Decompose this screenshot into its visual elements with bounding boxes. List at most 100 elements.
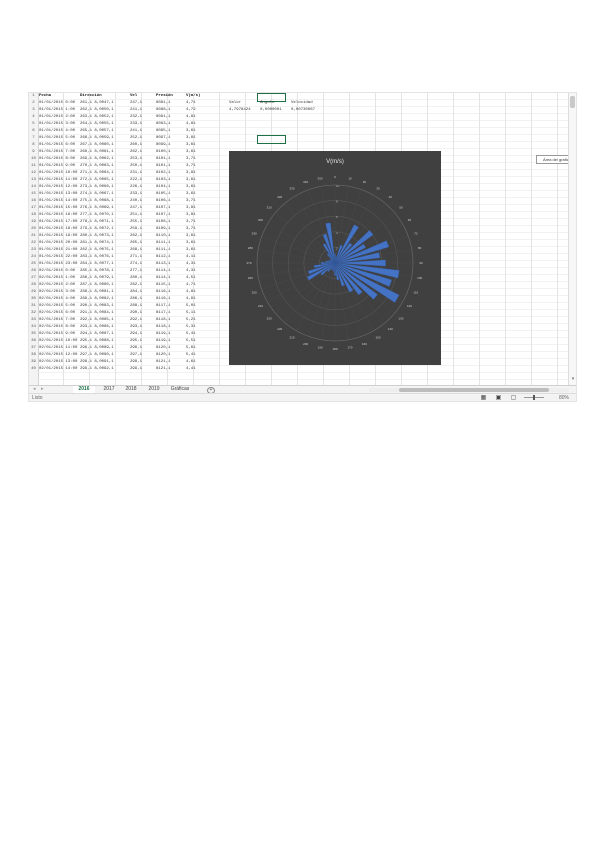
table-cell: 286,1 bbox=[130, 297, 143, 301]
radar-chart[interactable]: V(m/s)0246810010203040506070809010011012… bbox=[229, 151, 441, 365]
sheet-tab[interactable]: 2017 bbox=[99, 386, 119, 393]
table-cell: 8118,1 bbox=[156, 318, 171, 322]
row-number[interactable]: 1 bbox=[29, 93, 38, 100]
row-number[interactable]: 18 bbox=[29, 212, 38, 219]
zoom-knob[interactable] bbox=[533, 395, 535, 400]
scroll-down-icon[interactable]: ▾ bbox=[570, 376, 576, 382]
normal-view-icon[interactable]: ▦ bbox=[480, 395, 487, 401]
table-cell: 296,1 bbox=[130, 346, 143, 350]
row-number[interactable]: 23 bbox=[29, 247, 38, 254]
sheet-tab[interactable]: 2019 bbox=[145, 386, 163, 393]
table-cell: 233,1 bbox=[130, 122, 143, 126]
row-number[interactable]: 2 bbox=[29, 100, 38, 107]
row-number[interactable]: 16 bbox=[29, 198, 38, 205]
row-number[interactable]: 39 bbox=[29, 359, 38, 366]
table-cell: 02/01/2015 3:00 bbox=[39, 290, 76, 294]
row-number[interactable]: 33 bbox=[29, 317, 38, 324]
table-cell: 241,1 bbox=[130, 129, 143, 133]
table-cell: 247,1 bbox=[130, 206, 143, 210]
row-number[interactable]: 19 bbox=[29, 219, 38, 226]
horizontal-scroll-thumb[interactable] bbox=[399, 388, 549, 392]
column-header-cell: Presión bbox=[156, 94, 173, 98]
row-number[interactable]: 12 bbox=[29, 170, 38, 177]
row-number[interactable]: 9 bbox=[29, 149, 38, 156]
row-number[interactable]: 10 bbox=[29, 156, 38, 163]
row-number[interactable]: 37 bbox=[29, 345, 38, 352]
row-number[interactable]: 31 bbox=[29, 303, 38, 310]
table-cell: 02/01/2015 11:00 bbox=[39, 346, 78, 350]
row-number[interactable]: 15 bbox=[29, 191, 38, 198]
page-layout-icon[interactable]: ▣ bbox=[495, 395, 502, 401]
row-number[interactable]: 20 bbox=[29, 226, 38, 233]
table-cell: 8111,1 bbox=[156, 248, 171, 252]
angle-tick-label: 110 bbox=[413, 290, 418, 294]
row-number[interactable]: 27 bbox=[29, 275, 38, 282]
row-number[interactable]: 28 bbox=[29, 282, 38, 289]
table-cell: 8091,1 bbox=[156, 115, 171, 119]
table-cell: 4,31 bbox=[186, 269, 196, 273]
row-number[interactable]: 13 bbox=[29, 177, 38, 184]
table-cell: 02/01/2015 14:00 bbox=[39, 367, 78, 371]
table-cell: 250,1 bbox=[130, 164, 143, 168]
radar-chart-svg: V(m/s)0246810010203040506070809010011012… bbox=[229, 151, 441, 365]
table-cell: 3,61 bbox=[186, 143, 196, 147]
angle-tick-label: 10 bbox=[348, 176, 352, 180]
angle-tick-label: 190 bbox=[318, 346, 323, 350]
row-number[interactable]: 25 bbox=[29, 261, 38, 268]
row-number[interactable]: 26 bbox=[29, 268, 38, 275]
table-cell: 262,1 bbox=[130, 234, 143, 238]
tab-prev-icon[interactable]: ◂ bbox=[33, 386, 36, 393]
side-header-cell: Ángulo bbox=[260, 101, 275, 105]
table-cell: 3,81 bbox=[186, 213, 196, 217]
tab-next-icon[interactable]: ▸ bbox=[41, 386, 44, 393]
row-number[interactable]: 6 bbox=[29, 128, 38, 135]
angle-tick-label: 320 bbox=[277, 195, 282, 199]
row-number[interactable]: 30 bbox=[29, 296, 38, 303]
row-number[interactable]: 22 bbox=[29, 240, 38, 247]
table-cell: 8115,1 bbox=[156, 283, 171, 287]
table-cell: 4,61 bbox=[186, 360, 196, 364]
vertical-scroll-thumb[interactable] bbox=[570, 96, 575, 108]
page-break-icon[interactable]: ▢ bbox=[510, 395, 517, 401]
zoom-level[interactable]: 80% bbox=[559, 394, 569, 401]
table-cell: 3,81 bbox=[186, 171, 196, 175]
active-cell[interactable] bbox=[257, 135, 286, 144]
table-cell: 8121,1 bbox=[156, 367, 171, 371]
sheet-tab[interactable]: Gráficas bbox=[166, 386, 194, 393]
row-number[interactable]: 4 bbox=[29, 114, 38, 121]
table-cell: 01/01/2015 7:00 bbox=[39, 150, 76, 154]
horizontal-scrollbar[interactable] bbox=[369, 388, 569, 392]
table-cell: 276,1 8,0069,1 bbox=[80, 206, 114, 210]
side-header-cell: Valor bbox=[229, 101, 242, 105]
table-cell: 8117,1 bbox=[156, 311, 171, 315]
row-number[interactable]: 32 bbox=[29, 310, 38, 317]
row-number[interactable]: 14 bbox=[29, 184, 38, 191]
table-cell: 295,1 bbox=[130, 339, 143, 343]
row-number[interactable]: 38 bbox=[29, 352, 38, 359]
table-cell: 4,81 bbox=[186, 290, 196, 294]
table-cell: 02/01/2015 7:00 bbox=[39, 318, 76, 322]
row-number[interactable]: 29 bbox=[29, 289, 38, 296]
vertical-scrollbar[interactable]: ▾ bbox=[568, 93, 576, 385]
row-number[interactable]: 11 bbox=[29, 163, 38, 170]
row-number[interactable]: 17 bbox=[29, 205, 38, 212]
row-number[interactable]: 35 bbox=[29, 331, 38, 338]
table-cell: 251,1 bbox=[130, 213, 143, 217]
zoom-slider[interactable] bbox=[524, 395, 544, 400]
row-number[interactable]: 7 bbox=[29, 135, 38, 142]
table-cell: 8114,1 bbox=[156, 269, 171, 273]
row-number[interactable]: 36 bbox=[29, 338, 38, 345]
row-number[interactable]: 21 bbox=[29, 233, 38, 240]
row-number[interactable]: 34 bbox=[29, 324, 38, 331]
row-number[interactable]: 3 bbox=[29, 107, 38, 114]
table-cell: 226,1 bbox=[130, 185, 143, 189]
table-cell: 8111,1 bbox=[156, 241, 171, 245]
row-number[interactable]: 40 bbox=[29, 366, 38, 373]
row-number[interactable]: 8 bbox=[29, 142, 38, 149]
sheet-tab[interactable]: 2018 bbox=[121, 386, 141, 393]
table-cell: 279,1 8,0072,1 bbox=[80, 227, 114, 231]
table-cell: 4,31 bbox=[186, 262, 196, 266]
row-number[interactable]: 5 bbox=[29, 121, 38, 128]
table-cell: 280,1 bbox=[130, 276, 143, 280]
row-number[interactable]: 24 bbox=[29, 254, 38, 261]
